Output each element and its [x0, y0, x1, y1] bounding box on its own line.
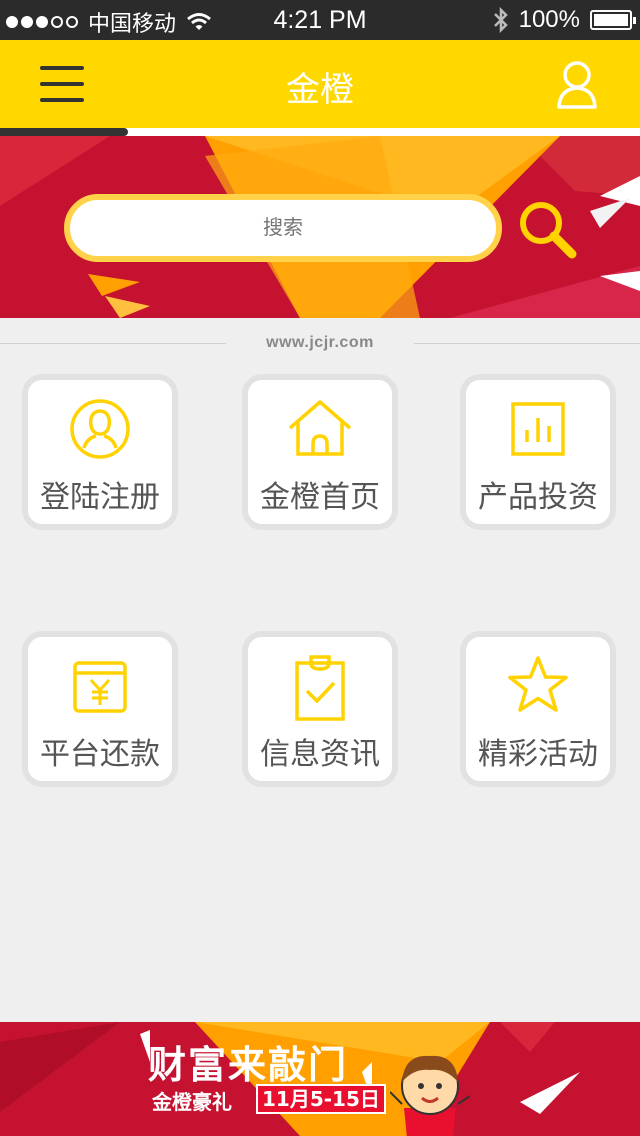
- progress-fill: [0, 128, 128, 136]
- tile-platform-repayment[interactable]: 平台还款: [22, 631, 178, 787]
- search-input[interactable]: [64, 194, 502, 262]
- tile-label: 精彩活动: [478, 737, 598, 772]
- page-progress-bar: [0, 128, 640, 136]
- promo-subtitle: 金橙豪礼: [152, 1090, 232, 1114]
- tile-label: 金橙首页: [260, 480, 380, 515]
- status-bar: 中国移动 4:21 PM 100%: [0, 0, 640, 40]
- status-right: 100%: [493, 6, 636, 34]
- divider-line-right: [414, 343, 640, 344]
- bar-chart-icon: [511, 402, 565, 456]
- tile-homepage[interactable]: 金橙首页: [242, 374, 398, 530]
- page-title: 金橙: [286, 70, 354, 110]
- tile-label: 信息资讯: [260, 737, 380, 772]
- tile-news-info[interactable]: 信息资讯: [242, 631, 398, 787]
- tile-events[interactable]: 精彩活动: [460, 631, 616, 787]
- battery-percent: 100%: [518, 6, 580, 33]
- bluetooth-icon: [493, 7, 508, 33]
- star-icon: [508, 656, 568, 712]
- tile-label: 平台还款: [40, 737, 160, 772]
- user-circle-icon: [70, 399, 130, 459]
- tile-login-register[interactable]: 登陆注册: [22, 374, 178, 530]
- nav-bar: 金橙: [0, 40, 640, 128]
- search-banner: [0, 136, 640, 318]
- site-url-divider: www.jcjr.com: [0, 330, 640, 358]
- user-profile-button[interactable]: [556, 60, 598, 110]
- promo-date-badge: 11月5-15日: [256, 1084, 386, 1114]
- battery-icon: [590, 10, 636, 30]
- promo-title: 财富来敲门: [148, 1043, 349, 1087]
- tile-label: 登陆注册: [40, 480, 160, 515]
- clipboard-check-icon: [295, 655, 345, 721]
- search-button[interactable]: [516, 198, 578, 260]
- tile-label: 产品投资: [478, 480, 598, 515]
- yuan-card-icon: [73, 661, 127, 713]
- home-icon: [288, 400, 352, 456]
- tile-product-investment[interactable]: 产品投资: [460, 374, 616, 530]
- promo-banner[interactable]: 财富来敲门 金橙豪礼 11月5-15日: [0, 1022, 640, 1136]
- mascot-illustration: [390, 1055, 470, 1136]
